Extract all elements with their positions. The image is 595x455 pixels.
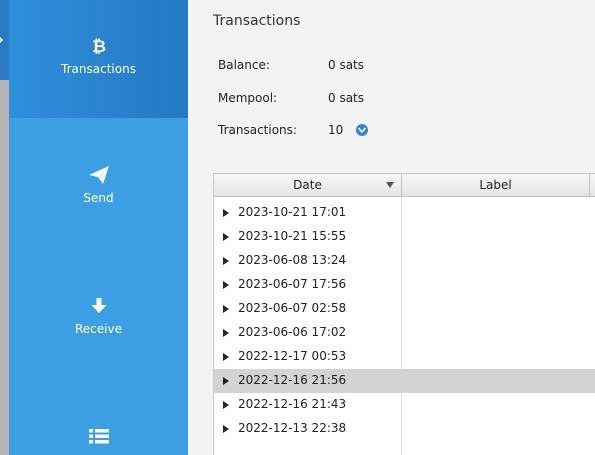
row-date: 2023-10-21 15:55	[238, 229, 347, 243]
left-edge-notch	[0, 37, 3, 43]
expand-triangle-icon[interactable]	[223, 209, 229, 217]
balance-value: 0 sats	[328, 58, 365, 72]
expand-triangle-icon[interactable]	[223, 377, 229, 385]
table-row[interactable]: 2022-12-17 00:53	[214, 345, 595, 369]
paper-plane-icon	[88, 163, 110, 187]
table-row[interactable]: 2023-06-06 17:02	[214, 321, 595, 345]
row-date: 2023-06-07 02:58	[238, 301, 347, 315]
row-date: 2022-12-16 21:56	[238, 373, 347, 387]
svg-text:₿: ₿	[92, 37, 106, 55]
column-header-date[interactable]: Date	[214, 174, 402, 196]
row-date: 2023-10-21 17:01	[238, 205, 347, 219]
table-row[interactable]: 2023-10-21 15:55	[214, 225, 595, 249]
download-transactions-button[interactable]	[356, 124, 369, 136]
table-row[interactable]: 2022-12-16 21:43	[214, 393, 595, 417]
row-date: 2022-12-17 00:53	[238, 349, 347, 363]
row-date: 2023-06-08 13:24	[238, 253, 347, 267]
sidebar-item-list[interactable]	[9, 424, 188, 455]
transactions-table: Date Label 2023-10-21 17:01 2023-10-21 15…	[213, 173, 595, 455]
sidebar-item-label: Send	[83, 191, 114, 205]
expand-triangle-icon[interactable]	[223, 305, 229, 313]
expand-triangle-icon[interactable]	[223, 329, 229, 337]
page-title: Transactions	[213, 13, 301, 29]
table-row[interactable]: 2023-06-07 02:58	[214, 297, 595, 321]
transactions-count-value: 10	[328, 123, 344, 137]
row-date: 2023-06-06 17:02	[238, 325, 347, 339]
balance-row: Balance: 0 sats	[218, 58, 364, 72]
table-row[interactable]: 2022-12-16 21:56	[214, 369, 595, 393]
mempool-value: 0 sats	[328, 91, 365, 105]
table-row[interactable]: 2023-06-07 17:56	[214, 273, 595, 297]
row-date: 2022-12-13 22:38	[238, 421, 347, 435]
sidebar-item-transactions[interactable]: ₿ Transactions	[9, 0, 188, 118]
expand-triangle-icon[interactable]	[223, 233, 229, 241]
table-row[interactable]: 2023-10-21 17:01	[214, 201, 595, 225]
column-header-label: Date	[293, 178, 322, 192]
table-row[interactable]: 2022-12-13 22:38	[214, 417, 595, 441]
table-header: Date Label	[214, 174, 595, 197]
list-icon	[88, 424, 109, 448]
expand-triangle-icon[interactable]	[223, 257, 229, 265]
sort-descending-icon[interactable]	[386, 182, 394, 188]
sidebar-item-label: Transactions	[61, 62, 136, 76]
row-date: 2023-06-07 17:56	[238, 277, 347, 291]
sidebar: ₿ Transactions Send Receive	[9, 0, 188, 455]
expand-triangle-icon[interactable]	[223, 353, 229, 361]
main-panel: Transactions Balance: 0 sats Mempool: 0 …	[188, 0, 595, 455]
expand-triangle-icon[interactable]	[223, 281, 229, 289]
left-edge-strip	[0, 0, 9, 455]
bitcoin-icon: ₿	[92, 34, 106, 58]
sidebar-item-send[interactable]: Send	[9, 163, 188, 223]
mempool-row: Mempool: 0 sats	[218, 91, 364, 105]
download-arrow-icon	[358, 127, 367, 133]
expand-triangle-icon[interactable]	[223, 401, 229, 409]
table-row[interactable]: 2023-06-08 13:24	[214, 249, 595, 273]
sidebar-item-receive[interactable]: Receive	[9, 294, 188, 354]
transactions-count-row: Transactions: 10	[218, 123, 369, 137]
arrow-down-icon	[90, 294, 108, 318]
column-header-label-column[interactable]: Label	[402, 174, 590, 196]
mempool-label: Mempool:	[218, 91, 278, 105]
expand-triangle-icon[interactable]	[223, 425, 229, 433]
row-date: 2022-12-16 21:43	[238, 397, 347, 411]
sidebar-item-label: Receive	[75, 322, 122, 336]
transactions-count-label: Transactions:	[218, 123, 297, 137]
balance-label: Balance:	[218, 58, 270, 72]
column-header-label: Label	[479, 178, 512, 192]
